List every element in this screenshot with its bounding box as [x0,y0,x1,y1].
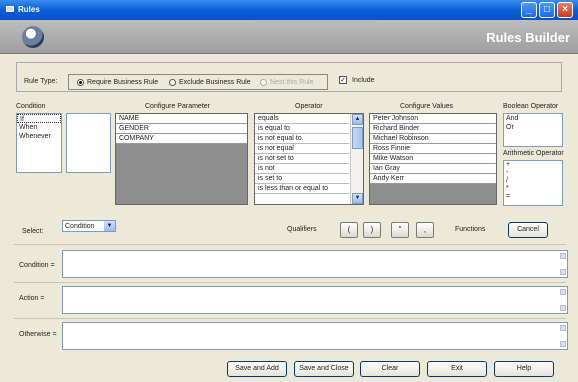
list-item[interactable]: / [504,177,562,185]
qualifier-quote-button[interactable]: " [391,222,409,238]
condition-header: Condition [16,103,46,110]
operator-header: Operator [295,103,323,110]
list-item[interactable]: Peter Johnson [370,114,496,124]
maximize-button[interactable]: □ [539,2,555,18]
list-item[interactable]: is not equal [255,144,349,154]
header-banner: Rules Builder [0,20,578,54]
operator-scrollbar[interactable]: ▲ ▼ [350,114,363,204]
include-checkbox[interactable]: ✓ [339,76,347,84]
divider [14,282,566,283]
list-item[interactable]: Ian Gray [370,164,496,174]
list-item[interactable]: COMPANY [116,134,247,144]
list-item[interactable]: Michael Robinson [370,134,496,144]
list-item[interactable]: - [504,169,562,177]
list-item[interactable]: Ross Finnie [370,144,496,154]
list-item[interactable]: NAME [116,114,247,124]
functions-label: Functions [455,226,486,233]
scroll-down-icon[interactable] [560,305,566,311]
exclude-rule-label: Exclude Business Rule [179,79,251,86]
scroll-up-icon[interactable] [560,253,566,259]
list-item[interactable]: + [504,161,562,169]
require-rule-radio[interactable] [77,79,84,86]
clear-button[interactable]: Clear [360,361,420,377]
include-label: Include [352,77,375,84]
list-item[interactable]: Mike Watson [370,154,496,164]
action-field[interactable] [62,286,568,314]
title-bar: Rules _ □ × [0,0,578,20]
select-value: Condition [65,223,95,230]
divider [14,318,566,319]
app-icon [6,6,14,12]
qualifier-comma-button[interactable]: , [416,222,434,238]
list-item[interactable]: Whenever [17,132,61,141]
nest-rule-radio [260,79,267,86]
list-item[interactable]: is not equal to. [255,134,349,144]
action-field-label: Action = [19,295,45,302]
boolean-operator-header: Boolean Operator [503,103,559,110]
rule-type-label: Rule Type: [24,78,58,85]
list-item[interactable]: is not [255,164,349,174]
chevron-down-icon[interactable]: ▼ [104,221,115,231]
scroll-up-icon[interactable]: ▲ [352,114,363,125]
close-button[interactable]: × [557,2,573,18]
logo-icon [22,26,44,48]
scroll-up-icon[interactable] [560,325,566,331]
list-item[interactable]: Or [504,123,562,132]
operator-list[interactable]: equals is equal to is not equal to. is n… [254,113,364,205]
nest-rule-label: Nest this Rule [270,79,314,86]
list-item[interactable]: When [17,123,61,132]
save-and-close-button[interactable]: Save and Close [294,361,354,377]
scroll-down-icon[interactable]: ▼ [352,193,363,204]
scroll-down-icon[interactable] [560,341,566,347]
parameter-list[interactable]: NAME GENDER COMPANY [115,113,248,205]
exclude-rule-radio[interactable] [169,79,176,86]
select-label: Select: [22,228,44,235]
scroll-down-icon[interactable] [560,269,566,275]
condition-field[interactable] [62,250,568,278]
list-item[interactable]: is not set to [255,154,349,164]
require-rule-label: Require Business Rule [87,79,159,86]
rule-type-options: Require Business Rule Exclude Business R… [68,74,328,90]
boolean-operator-list[interactable]: And Or [503,113,563,147]
window-title: Rules [18,5,40,14]
divider [14,244,566,245]
list-item[interactable]: is set to [255,174,349,184]
configure-values-header: Configure Values [400,103,454,110]
list-item[interactable]: is less than or equal to [255,184,349,194]
arithmetic-operator-list[interactable]: + - / * = [503,160,563,206]
list-item[interactable]: is equal to [255,124,349,134]
list-item[interactable]: equals [255,114,349,124]
list-item[interactable]: Richard Binder [370,124,496,134]
page-title: Rules Builder [486,30,570,45]
scroll-thumb[interactable] [352,127,363,149]
minimize-button[interactable]: _ [521,2,537,18]
otherwise-field-label: Otherwise = [19,331,57,338]
list-item[interactable]: = [504,193,562,201]
exit-button[interactable]: Exit [427,361,487,377]
qualifiers-label: Qualifiers [287,226,317,233]
functions-cancel-button[interactable]: Cancel [508,222,548,238]
condition-list[interactable]: If When Whenever [16,113,62,173]
condition-field-label: Condition = [19,262,55,269]
otherwise-field[interactable] [62,322,568,350]
values-list[interactable]: Peter Johnson Richard Binder Michael Rob… [369,113,497,205]
qualifier-open-paren-button[interactable]: ( [340,222,358,238]
list-item[interactable]: * [504,185,562,193]
condition-detail-list[interactable] [66,113,111,173]
list-item[interactable]: If [17,114,61,123]
help-button[interactable]: Help [494,361,554,377]
list-item[interactable]: And [504,114,562,123]
list-item[interactable]: Andy Kerr [370,174,496,184]
scroll-up-icon[interactable] [560,289,566,295]
select-dropdown[interactable]: Condition ▼ [62,220,116,232]
arithmetic-operator-header: Arithmetic Operator [503,150,564,157]
qualifier-close-paren-button[interactable]: ) [363,222,381,238]
list-item[interactable]: GENDER [116,124,247,134]
save-and-add-button[interactable]: Save and Add [227,361,287,377]
configure-parameter-header: Configure Parameter [145,103,210,110]
